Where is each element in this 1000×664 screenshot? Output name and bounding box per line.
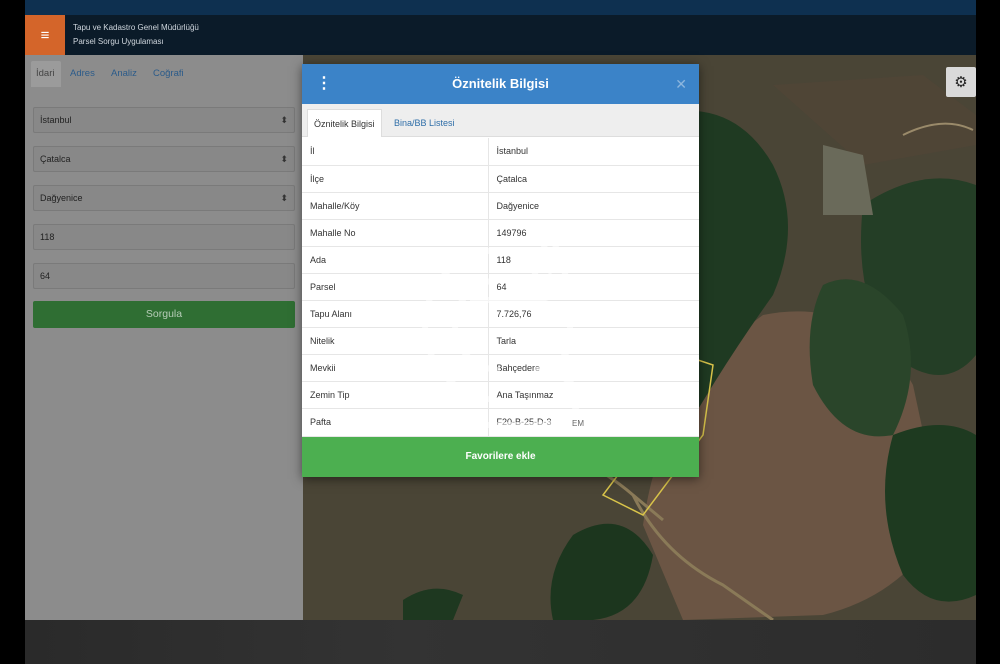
attribute-key: Mahalle/Köy [302,192,489,220]
ada-input[interactable]: 118 [33,224,295,250]
attribute-value: Tarla [488,327,699,356]
ada-input-value: 118 [40,232,55,242]
header-title-line2: Parsel Sorgu Uygulaması [73,37,164,46]
attribute-table: İl İstanbul İlçe Çatalca Mahalle/Köy Dağyenic… [302,138,699,437]
attribute-row: Ada 118 [302,246,699,274]
tab-attribute-info[interactable]: Öznitelik Bilgisi [307,109,382,137]
select-caret-icon: ⬍ [280,193,288,203]
ilce-select[interactable]: Çatalca ⬍ [33,146,295,172]
attribute-key: İl [302,138,489,166]
attribute-value: F20-B-25-D-3 [488,408,699,437]
attribute-key: Ada [302,246,489,274]
attribute-row: Mahalle No 149796 [302,219,699,247]
il-select-value: İstanbul [40,115,72,125]
menu-button[interactable]: ≡ [25,15,65,55]
attribute-value: 64 [488,273,699,302]
attribute-key: Nitelik [302,327,489,356]
attribute-value: Çatalca [488,165,699,193]
bottom-bar [25,620,976,664]
header-title-line1: Tapu ve Kadastro Genel Müdürlüğü [73,23,199,32]
attribute-modal: ⋮ Öznitelik Bilgisi ✕ Öznitelik Bilgisi … [302,64,699,477]
app-header: ≡ Tapu ve Kadastro Genel Müdürlüğü Parse… [25,15,976,55]
attribute-row: Pafta F20-B-25-D-3 [302,408,699,437]
modal-header: ⋮ Öznitelik Bilgisi ✕ [302,64,699,104]
attribute-value: Dağyenice [488,192,699,220]
screen: ≡ Tapu ve Kadastro Genel Müdürlüğü Parse… [0,0,1000,664]
attribute-key: Zemin Tip [302,381,489,410]
il-select[interactable]: İstanbul ⬍ [33,107,295,133]
attribute-row: Tapu Alanı 7.726,76 [302,300,699,329]
mahalle-select-value: Dağyenice [40,193,83,203]
attribute-value: Ana Taşınmaz [488,381,699,410]
attribute-row: Parsel 64 [302,273,699,302]
attribute-row: İl İstanbul [302,138,699,166]
attribute-row: İlçe Çatalca [302,165,699,193]
tab-building-list[interactable]: Bina/BB Listesi [388,109,461,137]
attribute-row: Zemin Tip Ana Taşınmaz [302,381,699,410]
attribute-value: 118 [488,246,699,274]
tab-analiz[interactable]: Analiz [111,61,137,87]
mahalle-select[interactable]: Dağyenice ⬍ [33,185,295,211]
attribute-row: Mevkii Bahçedere [302,354,699,383]
select-caret-icon: ⬍ [280,115,288,125]
attribute-key: Parsel [302,273,489,302]
sidebar: İdari Adres Analiz Coğrafi İstanbul ⬍ Ça… [25,55,303,620]
attribute-row: Nitelik Tarla [302,327,699,356]
close-icon[interactable]: ✕ [675,64,687,104]
modal-tabs: Öznitelik Bilgisi Bina/BB Listesi [302,104,699,137]
attribute-key: Mevkii [302,354,489,383]
query-button[interactable]: Sorgula [33,301,295,328]
modal-title: Öznitelik Bilgisi [452,76,549,91]
settings-button[interactable]: ⚙ [946,67,976,97]
attribute-key: Pafta [302,408,489,437]
tab-cografi[interactable]: Coğrafi [153,61,184,87]
attribute-row: Mahalle/Köy Dağyenice [302,192,699,220]
gear-icon: ⚙ [954,74,968,91]
parsel-input-value: 64 [40,271,51,281]
tab-adres[interactable]: Adres [70,61,95,87]
select-caret-icon: ⬍ [280,154,288,164]
attribute-value: 149796 [488,219,699,247]
attribute-key: İlçe [302,165,489,193]
add-favorite-button[interactable]: Favorilere ekle [302,437,699,477]
attribute-value: İstanbul [488,138,699,166]
attribute-value: Bahçedere [488,354,699,383]
attribute-key: Mahalle No [302,219,489,247]
hamburger-icon: ≡ [40,26,50,44]
parsel-input[interactable]: 64 [33,263,295,289]
attribute-key: Tapu Alanı [302,300,489,329]
tab-idari[interactable]: İdari [31,61,61,87]
top-strip [25,0,976,15]
ilce-select-value: Çatalca [40,154,71,164]
attribute-value: 7.726,76 [488,300,699,329]
